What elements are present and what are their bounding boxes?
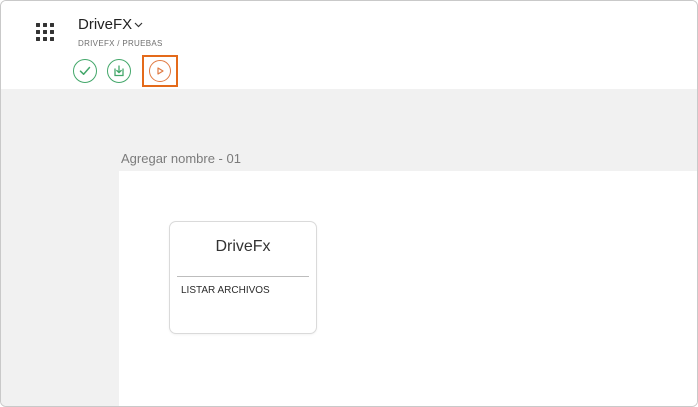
connector-card[interactable]: DriveFx LISTAR ARCHIVOS	[169, 221, 317, 334]
app-title-dropdown[interactable]: DriveFX	[78, 16, 143, 33]
card-title: DriveFx	[215, 238, 271, 255]
canvas-panel: DriveFx LISTAR ARCHIVOS	[119, 171, 697, 406]
download-icon	[114, 65, 124, 77]
check-icon	[79, 66, 91, 75]
card-action-item[interactable]: LISTAR ARCHIVOS	[181, 285, 270, 296]
validate-button[interactable]	[73, 59, 97, 83]
play-icon	[157, 67, 164, 75]
app-title: DriveFX	[78, 16, 133, 33]
chevron-down-icon	[134, 22, 143, 28]
header: DriveFX DRIVEFX / PRUEBAS	[1, 1, 697, 89]
save-button[interactable]	[107, 59, 131, 83]
section-title: Agregar nombre - 01	[121, 151, 241, 166]
breadcrumb: DRIVEFX / PRUEBAS	[78, 39, 163, 48]
app-window: DriveFX DRIVEFX / PRUEBAS Agregar nombre…	[0, 0, 698, 407]
run-button[interactable]	[149, 60, 171, 82]
apps-grid-icon[interactable]	[36, 23, 54, 41]
card-divider	[177, 276, 309, 277]
run-button-highlight	[142, 55, 178, 87]
